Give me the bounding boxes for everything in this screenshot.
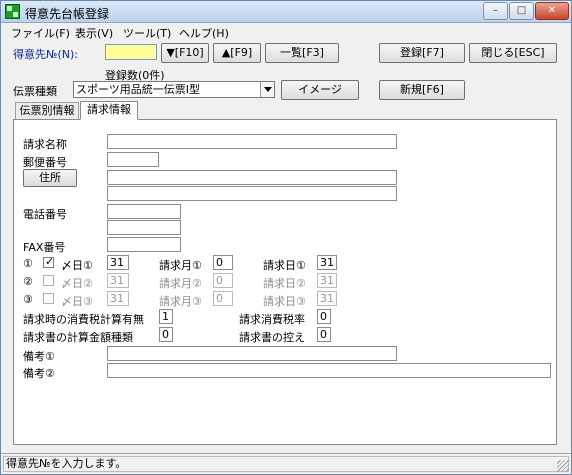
- prev-record-button[interactable]: ▲[F9]: [213, 43, 261, 63]
- cycle1-day-label: 請求日①: [263, 259, 306, 272]
- fax-input[interactable]: [107, 237, 181, 252]
- menu-tools[interactable]: ツール(T): [123, 25, 171, 41]
- cycle3-end-label: 〆日③: [61, 295, 93, 308]
- app-icon: [5, 4, 20, 19]
- menu-bar: ファイル(F) 表示(V) ツール(T) ヘルプ(H): [1, 23, 571, 41]
- status-bar: 得意先№を入力します。: [1, 453, 571, 474]
- cycle1-end-label: 〆日①: [61, 259, 93, 272]
- cycle1-month-label: 請求月①: [159, 259, 202, 272]
- cycle1-month-input[interactable]: 0: [213, 255, 233, 270]
- note2-label: 備考②: [23, 367, 55, 380]
- address2-input[interactable]: [107, 186, 397, 201]
- note1-label: 備考①: [23, 350, 55, 363]
- note2-input[interactable]: [107, 363, 551, 378]
- next-record-button[interactable]: ▼[F10]: [161, 43, 209, 63]
- amount-type-label: 請求書の計算金額種類: [23, 331, 133, 344]
- tax-calc-label: 請求時の消費税計算有無: [23, 313, 144, 326]
- close-button[interactable]: 閉じる[ESC]: [469, 43, 557, 63]
- cycle3-checkbox[interactable]: [43, 293, 54, 304]
- maximize-button[interactable]: □: [509, 2, 534, 20]
- cycle2-day-label: 請求日②: [263, 277, 306, 290]
- status-message: 得意先№を入力します。: [3, 456, 569, 472]
- slip-type-value: スポーツ用品統一伝票Ⅰ型: [76, 83, 201, 96]
- customer-no-label: 得意先№(N):: [13, 48, 78, 61]
- phone1-input[interactable]: [107, 204, 181, 219]
- cycle1-number: ①: [23, 257, 33, 270]
- cycle3-number: ③: [23, 293, 33, 306]
- cycle3-day-label: 請求日③: [263, 295, 306, 308]
- customer-no-input[interactable]: [105, 44, 157, 60]
- list-button[interactable]: 一覧[F3]: [265, 43, 339, 63]
- cycle1-end-input[interactable]: 31: [107, 255, 129, 270]
- invoice-copy-input[interactable]: 0: [317, 327, 331, 342]
- cycle3-day-input[interactable]: 31: [317, 291, 337, 306]
- close-window-button[interactable]: ✕: [535, 2, 569, 20]
- cycle1-checkbox[interactable]: ✓: [43, 255, 55, 268]
- new-button[interactable]: 新規[F6]: [379, 80, 465, 100]
- postal-label: 郵便番号: [23, 156, 67, 169]
- note1-input[interactable]: [107, 346, 397, 361]
- cycle2-number: ②: [23, 275, 33, 288]
- minimize-button[interactable]: –: [483, 2, 508, 20]
- invoice-copy-label: 請求書の控え: [239, 331, 305, 344]
- resize-grip-icon[interactable]: [557, 460, 569, 472]
- slip-type-label: 伝票種類: [13, 85, 57, 98]
- app-window: 得意先台帳登録 – □ ✕ ファイル(F) 表示(V) ツール(T) ヘルプ(H…: [0, 0, 572, 475]
- chevron-down-icon[interactable]: [260, 82, 274, 97]
- tax-rate-input[interactable]: 0: [317, 309, 331, 324]
- window-title: 得意先台帳登録: [25, 7, 110, 21]
- postal-input[interactable]: [107, 152, 159, 167]
- menu-view[interactable]: 表示(V): [75, 25, 113, 41]
- menu-help[interactable]: ヘルプ(H): [179, 25, 229, 41]
- billing-name-input[interactable]: [107, 134, 397, 149]
- register-button[interactable]: 登録[F7]: [379, 43, 465, 63]
- phone2-input[interactable]: [107, 220, 181, 235]
- cycle1-day-input[interactable]: 31: [317, 255, 337, 270]
- cycle2-checkbox[interactable]: [43, 275, 54, 286]
- address-button[interactable]: 住所: [23, 169, 77, 187]
- fax-label: FAX番号: [23, 241, 66, 254]
- tax-rate-label: 請求消費税率: [239, 313, 305, 326]
- title-bar: 得意先台帳登録 – □ ✕: [1, 1, 571, 23]
- tab-slip-info[interactable]: 伝票別情報: [15, 102, 79, 120]
- check-icon: ✓: [45, 255, 55, 268]
- cycle3-month-input[interactable]: 0: [213, 291, 233, 306]
- image-button[interactable]: イメージ: [281, 80, 359, 100]
- address1-input[interactable]: [107, 170, 397, 185]
- cycle2-end-input[interactable]: 31: [107, 273, 129, 288]
- cycle2-month-label: 請求月②: [159, 277, 202, 290]
- cycle3-end-input[interactable]: 31: [107, 291, 129, 306]
- slip-type-select[interactable]: スポーツ用品統一伝票Ⅰ型: [73, 81, 275, 98]
- amount-type-input[interactable]: 0: [159, 327, 173, 342]
- menu-file[interactable]: ファイル(F): [11, 25, 70, 41]
- cycle2-month-input[interactable]: 0: [213, 273, 233, 288]
- billing-name-label: 請求名称: [23, 138, 67, 151]
- tax-calc-input[interactable]: 1: [159, 309, 173, 324]
- cycle3-month-label: 請求月③: [159, 295, 202, 308]
- cycle2-end-label: 〆日②: [61, 277, 93, 290]
- phone-label: 電話番号: [23, 208, 67, 221]
- tab-billing-info[interactable]: 請求情報: [80, 101, 138, 120]
- cycle2-day-input[interactable]: 31: [317, 273, 337, 288]
